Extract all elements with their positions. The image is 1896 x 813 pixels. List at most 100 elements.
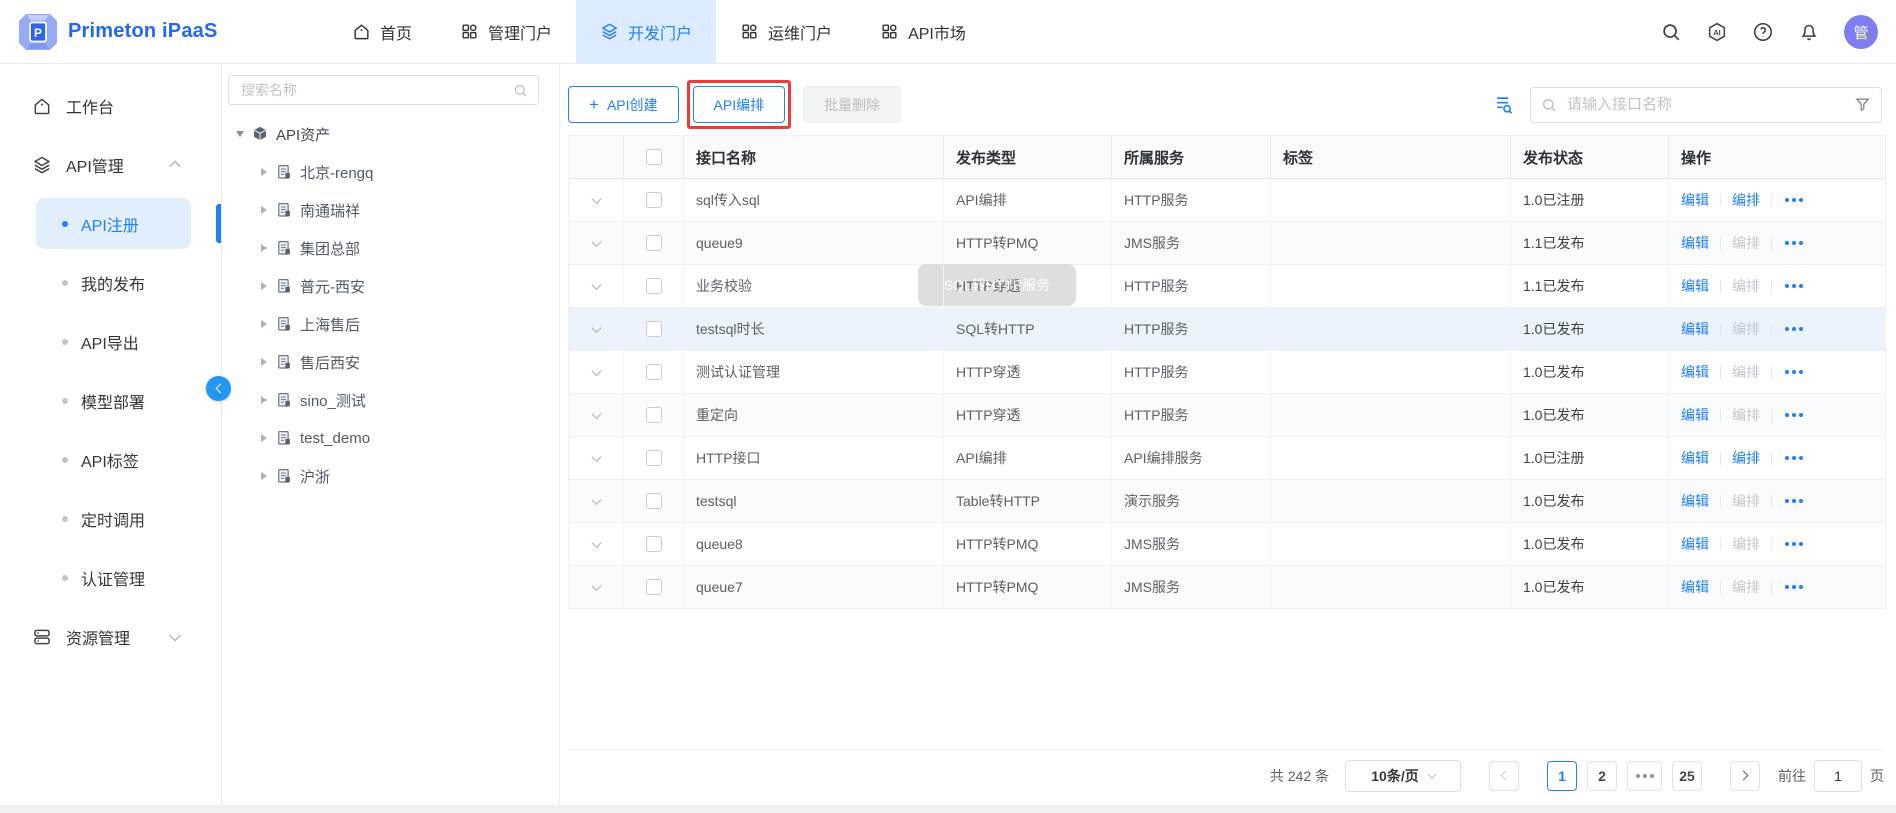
- more-actions-button[interactable]: [1783, 542, 1804, 546]
- more-actions-button[interactable]: [1783, 241, 1804, 245]
- more-actions-button[interactable]: [1783, 499, 1804, 503]
- row-expand-icon[interactable]: [591, 194, 601, 204]
- tree-node[interactable]: 沪浙: [222, 457, 559, 495]
- tree-node[interactable]: 北京-rengq: [222, 153, 559, 191]
- edit-link[interactable]: 编辑: [1681, 233, 1709, 253]
- tree-node[interactable]: 集团总部: [222, 229, 559, 267]
- batch-delete-button[interactable]: 批量删除: [803, 86, 901, 123]
- filter-funnel-icon[interactable]: [1854, 96, 1871, 113]
- expand-triangle-icon[interactable]: [261, 396, 267, 404]
- orchestrate-link[interactable]: 编排: [1732, 534, 1760, 554]
- sidebar-collapse-button[interactable]: [206, 376, 231, 401]
- tree-search-input[interactable]: [239, 81, 513, 99]
- page-button[interactable]: 2: [1587, 761, 1617, 791]
- orchestrate-link[interactable]: 编排: [1732, 276, 1760, 296]
- edit-link[interactable]: 编辑: [1681, 405, 1709, 425]
- expand-triangle-icon[interactable]: [261, 434, 267, 442]
- expand-triangle-icon[interactable]: [261, 244, 267, 252]
- edit-link[interactable]: 编辑: [1681, 577, 1709, 597]
- row-checkbox[interactable]: [646, 364, 662, 380]
- more-actions-button[interactable]: [1783, 327, 1804, 331]
- orchestrate-link[interactable]: 编排: [1732, 233, 1760, 253]
- tree-node[interactable]: test_demo: [222, 419, 559, 457]
- tree-root-node[interactable]: API资产: [222, 115, 559, 153]
- orchestrate-link[interactable]: 编排: [1732, 362, 1760, 382]
- topnav-item[interactable]: 开发门户: [576, 0, 716, 64]
- expand-triangle-icon[interactable]: [261, 320, 267, 328]
- expand-triangle-icon[interactable]: [261, 358, 267, 366]
- row-expand-icon[interactable]: [591, 495, 601, 505]
- edit-link[interactable]: 编辑: [1681, 362, 1709, 382]
- sidebar-subitem[interactable]: API导出: [0, 312, 221, 371]
- row-checkbox[interactable]: [646, 450, 662, 466]
- more-actions-button[interactable]: [1783, 585, 1804, 589]
- more-actions-button[interactable]: [1783, 456, 1804, 460]
- tree-node[interactable]: sino_测试: [222, 381, 559, 419]
- next-page-button[interactable]: [1730, 761, 1760, 791]
- doc-search-icon[interactable]: [1493, 94, 1515, 116]
- row-expand-icon[interactable]: [591, 280, 601, 290]
- expand-triangle-icon[interactable]: [261, 472, 267, 480]
- goto-page-input[interactable]: [1814, 760, 1862, 792]
- orchestrate-link[interactable]: 编排: [1732, 319, 1760, 339]
- sidebar-subitem[interactable]: 模型部署: [0, 371, 221, 430]
- row-checkbox[interactable]: [646, 321, 662, 337]
- row-expand-icon[interactable]: [591, 366, 601, 376]
- edit-link[interactable]: 编辑: [1681, 190, 1709, 210]
- sidebar-subitem[interactable]: 定时调用: [0, 489, 221, 548]
- row-checkbox[interactable]: [646, 278, 662, 294]
- expand-triangle-icon[interactable]: [236, 131, 244, 137]
- edit-link[interactable]: 编辑: [1681, 319, 1709, 339]
- tree-node[interactable]: 南通瑞祥: [222, 191, 559, 229]
- sidebar-subitem[interactable]: API注册: [36, 198, 191, 249]
- edit-link[interactable]: 编辑: [1681, 448, 1709, 468]
- sidebar-subitem[interactable]: 认证管理: [0, 548, 221, 607]
- page-size-select[interactable]: 10条/页: [1345, 760, 1461, 792]
- orchestrate-link[interactable]: 编排: [1732, 577, 1760, 597]
- sidebar-item[interactable]: API管理: [0, 135, 221, 194]
- orchestrate-link[interactable]: 编排: [1732, 190, 1760, 210]
- edit-link[interactable]: 编辑: [1681, 534, 1709, 554]
- row-expand-icon[interactable]: [591, 452, 601, 462]
- row-expand-icon[interactable]: [591, 323, 601, 333]
- api-orchestrate-button[interactable]: API编排: [693, 86, 786, 123]
- topnav-item[interactable]: 管理门户: [436, 0, 576, 64]
- row-expand-icon[interactable]: [591, 409, 601, 419]
- search-icon[interactable]: [1660, 21, 1682, 43]
- orchestrate-link[interactable]: 编排: [1732, 491, 1760, 511]
- tree-node[interactable]: 普元-西安: [222, 267, 559, 305]
- tree-node[interactable]: 售后西安: [222, 343, 559, 381]
- page-button[interactable]: 1: [1547, 761, 1577, 791]
- prev-page-button[interactable]: [1489, 761, 1519, 791]
- tree-node[interactable]: 上海售后: [222, 305, 559, 343]
- orchestrate-link[interactable]: 编排: [1732, 405, 1760, 425]
- topnav-item[interactable]: 运维门户: [716, 0, 856, 64]
- row-checkbox[interactable]: [646, 407, 662, 423]
- user-avatar[interactable]: 管: [1844, 15, 1878, 49]
- ai-assistant-icon[interactable]: AI: [1706, 21, 1728, 43]
- row-checkbox[interactable]: [646, 579, 662, 595]
- topnav-item[interactable]: API市场: [856, 0, 990, 64]
- orchestrate-link[interactable]: 编排: [1732, 448, 1760, 468]
- edit-link[interactable]: 编辑: [1681, 276, 1709, 296]
- row-expand-icon[interactable]: [591, 237, 601, 247]
- topnav-item[interactable]: 首页: [328, 0, 436, 64]
- notifications-bell-icon[interactable]: [1798, 21, 1820, 43]
- row-checkbox[interactable]: [646, 235, 662, 251]
- sidebar-subitem[interactable]: API标签: [0, 430, 221, 489]
- expand-triangle-icon[interactable]: [261, 206, 267, 214]
- row-checkbox[interactable]: [646, 493, 662, 509]
- more-actions-button[interactable]: [1783, 284, 1804, 288]
- more-actions-button[interactable]: [1783, 413, 1804, 417]
- expand-triangle-icon[interactable]: [261, 168, 267, 176]
- sidebar-item[interactable]: 资源管理: [0, 607, 221, 666]
- page-ellipsis[interactable]: [1627, 761, 1662, 791]
- more-actions-button[interactable]: [1783, 370, 1804, 374]
- row-checkbox[interactable]: [646, 192, 662, 208]
- page-button[interactable]: 25: [1672, 761, 1702, 791]
- table-search-input[interactable]: [1565, 95, 1854, 114]
- expand-triangle-icon[interactable]: [261, 282, 267, 290]
- select-all-checkbox[interactable]: [646, 149, 662, 165]
- row-checkbox[interactable]: [646, 536, 662, 552]
- row-expand-icon[interactable]: [591, 538, 601, 548]
